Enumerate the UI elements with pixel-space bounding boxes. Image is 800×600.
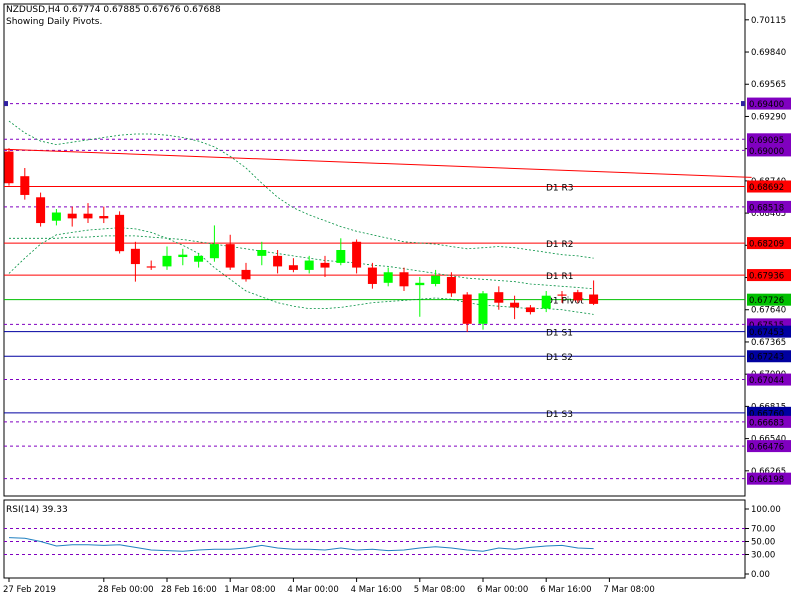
candle-body[interactable]: [194, 255, 204, 262]
candle-body[interactable]: [399, 272, 409, 287]
candle-body[interactable]: [446, 276, 456, 294]
candle-body[interactable]: [525, 307, 535, 313]
level-marker-right: [741, 101, 745, 107]
candle-body[interactable]: [178, 254, 188, 258]
candle-body[interactable]: [146, 266, 156, 268]
level-price-label: 0.69000: [749, 147, 784, 157]
level-price-label: 0.69400: [749, 100, 784, 110]
y-tick-label: 0.69565: [751, 80, 786, 90]
candle-body[interactable]: [462, 294, 472, 324]
candle-body[interactable]: [257, 250, 267, 256]
candle-body[interactable]: [225, 244, 235, 268]
y-tick-label: 0.67365: [751, 338, 786, 348]
level-price-label: 0.67726: [749, 296, 784, 306]
candle-body[interactable]: [83, 213, 93, 219]
rsi-line[interactable]: [8, 537, 594, 552]
candle-body[interactable]: [241, 269, 251, 280]
candle-body[interactable]: [320, 262, 330, 268]
trendline: [4, 148, 752, 178]
rsi-tick-label: 0.00: [751, 570, 770, 580]
price-chart[interactable]: 0.701150.698400.695650.692900.690150.687…: [0, 0, 800, 600]
level-marker-left: [4, 101, 8, 107]
candle-body[interactable]: [130, 248, 140, 265]
rsi-tick-label: 50.00: [751, 538, 775, 548]
candle-body[interactable]: [51, 212, 61, 221]
x-tick-label: 5 Mar 08:00: [414, 585, 465, 595]
candle-body[interactable]: [352, 241, 362, 268]
x-tick-label: 6 Mar 00:00: [477, 585, 528, 595]
candle-body[interactable]: [67, 213, 77, 219]
candle-body[interactable]: [336, 250, 346, 263]
y-tick-label: 0.70115: [751, 16, 786, 26]
candle-body[interactable]: [431, 275, 441, 284]
y-tick-label: 0.67640: [751, 306, 786, 316]
band-middle-line: [9, 235, 594, 290]
candle-body[interactable]: [383, 272, 393, 283]
candle-body[interactable]: [304, 260, 314, 270]
candle-body[interactable]: [36, 197, 46, 224]
x-tick-label: 28 Feb 16:00: [161, 585, 217, 595]
level-name-label: D1 R1: [546, 272, 574, 282]
y-tick-label: 0.69290: [751, 112, 786, 122]
candle-body[interactable]: [573, 292, 583, 301]
level-price-label: 0.68692: [749, 183, 784, 193]
level-price-label: 0.67044: [749, 376, 784, 386]
y-tick-label: 0.69840: [751, 48, 786, 58]
candle-body[interactable]: [162, 255, 172, 267]
x-tick-label: 28 Feb 00:00: [98, 585, 154, 595]
candle-body[interactable]: [273, 255, 283, 267]
level-name-label: D1 S1: [546, 329, 573, 339]
candle-body[interactable]: [415, 282, 425, 286]
candle-body[interactable]: [557, 294, 567, 296]
x-tick-label: 7 Mar 08:00: [603, 585, 654, 595]
level-price-label: 0.68209: [749, 240, 784, 250]
x-tick-label: 4 Mar 00:00: [287, 585, 338, 595]
x-tick-label: 6 Mar 16:00: [540, 585, 591, 595]
level-price-label: 0.67453: [749, 328, 784, 338]
candle-body[interactable]: [20, 176, 30, 195]
candle-body[interactable]: [589, 294, 599, 304]
level-price-label: 0.66476: [749, 443, 784, 453]
candle-body[interactable]: [99, 216, 109, 219]
band-lower-line: [8, 227, 594, 315]
x-tick-label: 1 Mar 08:00: [224, 585, 275, 595]
level-price-label: 0.69095: [749, 136, 784, 146]
candle-body[interactable]: [510, 302, 520, 308]
candle-body[interactable]: [4, 151, 14, 184]
candle-body[interactable]: [288, 265, 298, 270]
level-name-label: D1 R3: [546, 184, 574, 194]
rsi-tick-label: 30.00: [751, 551, 775, 561]
rsi-tick-label: 100.00: [751, 505, 781, 515]
candle-body[interactable]: [209, 244, 219, 259]
band-upper-line: [8, 120, 594, 259]
level-price-label: 0.66198: [749, 475, 784, 485]
rsi-panel-frame: [3, 499, 746, 579]
candle-body[interactable]: [494, 292, 504, 303]
rsi-tick-label: 70.00: [751, 525, 775, 535]
candle-body[interactable]: [541, 295, 551, 309]
level-price-label: 0.68518: [749, 203, 784, 213]
level-name-label: D1 R2: [546, 240, 574, 250]
x-tick-label: 27 Feb 2019: [3, 585, 56, 595]
level-price-label: 0.67936: [749, 272, 784, 282]
candle-body[interactable]: [115, 214, 125, 252]
level-name-label: D1 S2: [546, 353, 573, 363]
level-price-label: 0.66683: [749, 418, 784, 428]
level-price-label: 0.67243: [749, 353, 784, 363]
level-name-label: D1 S3: [546, 410, 573, 420]
candle-body[interactable]: [478, 293, 488, 324]
x-tick-label: 4 Mar 16:00: [351, 585, 402, 595]
candle-body[interactable]: [367, 267, 377, 284]
